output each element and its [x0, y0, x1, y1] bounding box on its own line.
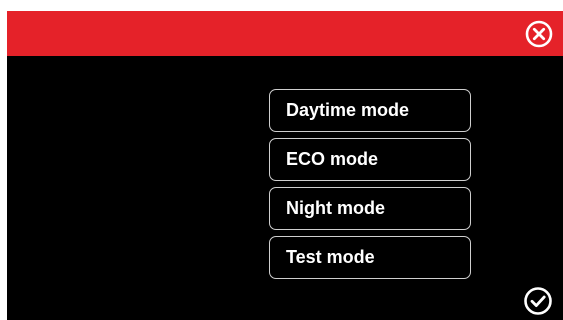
- test-mode-label: Test mode: [286, 247, 375, 267]
- daytime-mode-button[interactable]: Daytime mode: [269, 89, 471, 132]
- device-screen: Daytime mode ECO mode Night mode Test mo…: [7, 11, 563, 320]
- test-mode-button[interactable]: Test mode: [269, 236, 471, 279]
- eco-mode-button[interactable]: ECO mode: [269, 138, 471, 181]
- night-mode-label: Night mode: [286, 198, 385, 218]
- eco-mode-label: ECO mode: [286, 149, 379, 169]
- close-button[interactable]: [525, 20, 553, 48]
- top-bar: [7, 11, 563, 56]
- mode-menu: Daytime mode ECO mode Night mode Test mo…: [269, 89, 471, 285]
- daytime-mode-label: Daytime mode: [286, 100, 410, 120]
- confirm-button[interactable]: [523, 286, 553, 316]
- night-mode-button[interactable]: Night mode: [269, 187, 471, 230]
- check-circle-icon: [524, 287, 552, 315]
- close-circle-icon: [525, 20, 553, 48]
